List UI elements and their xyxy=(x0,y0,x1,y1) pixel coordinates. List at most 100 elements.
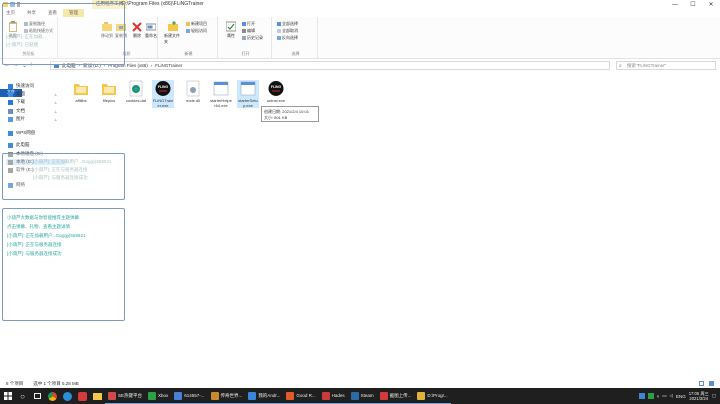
computer-icon xyxy=(8,142,13,148)
pin-icon: ⊥ xyxy=(54,91,58,97)
clock[interactable]: 17:05 周三 2021/3/24 xyxy=(689,391,709,401)
notification-icon[interactable]: ▢ xyxy=(712,393,716,399)
taskbar-app[interactable]: Good R... xyxy=(283,388,319,404)
item-count: 8 个项目 xyxy=(6,381,24,386)
network-icon[interactable]: ▭ xyxy=(662,393,666,399)
new-folder-button[interactable]: 新建文件夹 xyxy=(164,21,182,45)
file-name: FLiNGTrainer.exe xyxy=(152,98,174,108)
file-item[interactable]: affilibs xyxy=(70,80,92,103)
rename-button[interactable]: 重命名 xyxy=(142,21,160,39)
file-explorer-icon[interactable] xyxy=(91,390,104,403)
edit-button[interactable]: 编辑 xyxy=(242,28,255,34)
windows-start-icon[interactable] xyxy=(1,390,14,403)
sidebar-item[interactable]: 此电脑 xyxy=(8,142,30,148)
wps-icon[interactable] xyxy=(76,390,89,403)
volume-icon[interactable]: ◁ xyxy=(669,393,672,399)
document-icon xyxy=(8,108,13,114)
sidebar-item-label: 快速访问 xyxy=(16,83,34,88)
chevron-up-icon[interactable]: ˄ xyxy=(657,394,660,399)
app-icon xyxy=(108,391,116,400)
select-all-button[interactable]: 全部选择 xyxy=(277,21,298,27)
folder-icon xyxy=(102,84,116,95)
taskbar-app[interactable]: Hades xyxy=(318,388,348,404)
exe-file-icon xyxy=(213,81,229,96)
file-item[interactable]: FLING uninst.exe xyxy=(265,80,287,103)
tray-app-icon[interactable] xyxy=(647,393,654,399)
invert-selection-button[interactable]: 反向选择 xyxy=(277,35,298,41)
easy-access-button[interactable]: 轻松访问 xyxy=(186,28,207,34)
search-input[interactable]: ⌕ 搜索"FLiNGTrainer" xyxy=(616,61,716,70)
file-item[interactable]: node.dll xyxy=(182,80,204,103)
select-none-button[interactable]: 全部取消 xyxy=(277,28,298,34)
taskbar-app[interactable]: 传奇世界... xyxy=(207,388,246,404)
sidebar-item-label: 图片 xyxy=(16,116,25,121)
language-indicator[interactable]: ENG xyxy=(676,394,686,399)
search-icon: ⌕ xyxy=(619,62,622,69)
open-group: 属性 打开 编辑 历史记录 打开 xyxy=(220,17,272,59)
maximize-icon[interactable]: ☐ xyxy=(684,0,702,9)
large-icons-view-icon[interactable] xyxy=(709,381,714,386)
download-icon xyxy=(8,99,13,105)
sidebar-item[interactable]: 图片 ⊥ xyxy=(8,116,57,122)
exe-file-icon xyxy=(240,81,256,96)
overlay-box-middle: [小葫芦]: 正在加载用户...Doggy|559921 [小葫芦]: 正在与服… xyxy=(2,153,125,200)
properties-button[interactable]: 属性 xyxy=(222,21,240,39)
tray-app-icon[interactable] xyxy=(638,393,645,399)
easy-access-icon xyxy=(186,29,190,33)
sidebar-item[interactable]: WPS网盘 xyxy=(8,130,35,136)
svg-text:FLING: FLING xyxy=(271,85,282,89)
file-name: starterSetup.exe xyxy=(238,98,258,108)
app-icon xyxy=(148,391,157,400)
sidebar-item-label: 桌面 xyxy=(16,91,25,96)
file-item[interactable]: starterHelper64.exe xyxy=(210,80,232,108)
taskbar-app[interactable]: 614557-... xyxy=(171,388,208,404)
sidebar-item[interactable]: 下载 ⊥ xyxy=(8,99,57,105)
file-name: uninst.exe xyxy=(266,98,286,103)
details-view-icon[interactable] xyxy=(699,381,704,386)
file-tooltip: 创建日期: 2021/2/4 10:01 大小: 801 KB xyxy=(261,106,319,122)
open-button[interactable]: 打开 xyxy=(242,21,255,27)
new-item-button[interactable]: 新建项目 xyxy=(186,21,207,27)
history-button[interactable]: 历史记录 xyxy=(242,35,263,41)
app-icon xyxy=(350,391,359,400)
sidebar-item[interactable]: 桌面 ⊥ xyxy=(8,91,57,97)
taskbar-app[interactable]: 截图上传... xyxy=(376,388,415,404)
file-item[interactable]: starterSetup.exe xyxy=(237,80,259,108)
window-title: D:\Program Files (x86)\FLiNGTrainer xyxy=(122,1,204,7)
edge-icon[interactable] xyxy=(61,390,74,403)
file-item[interactable]: fllepics xyxy=(98,80,120,103)
selection-info: 选中 1 个项目 5.28 MB xyxy=(33,381,79,386)
sidebar-item[interactable]: 文档 ⊥ xyxy=(8,108,57,114)
rename-icon xyxy=(146,23,156,31)
app-icon xyxy=(248,391,257,400)
cloud-icon xyxy=(8,130,13,136)
file-item[interactable]: FLING FLiNGTrainer.exe xyxy=(152,80,174,108)
file-item[interactable]: cookies.dat xyxy=(125,80,147,103)
system-tray: ˄ ▭ ◁ ENG 17:05 周三 2021/3/24 ▢ xyxy=(638,388,720,404)
taskbar: ○ SE热键平台 Xbox 614557-... 传奇世界... 我的Andr... Go… xyxy=(0,388,720,404)
sidebar-item[interactable]: 快速访问 xyxy=(8,83,34,89)
taskbar-app[interactable]: Steam xyxy=(347,388,377,404)
file-name: node.dll xyxy=(185,98,200,103)
chrome-icon[interactable] xyxy=(46,390,59,403)
search-icon[interactable]: ○ xyxy=(16,390,29,403)
app-icon xyxy=(174,391,183,400)
minimize-icon[interactable]: — xyxy=(666,0,684,9)
file-name: affilibs xyxy=(75,98,87,103)
app-icon xyxy=(321,391,330,400)
desktop-icon xyxy=(8,91,13,97)
open-icon xyxy=(242,22,246,26)
breadcrumb-item[interactable]: FLiNGTrainer xyxy=(155,63,182,68)
task-view-icon[interactable] xyxy=(31,390,44,403)
taskbar-app[interactable]: D:\Progr... xyxy=(414,388,451,404)
invert-icon xyxy=(277,36,281,40)
breadcrumb[interactable]: 此电脑 › 新加 (D:) › Program Files (x86) › FLiNG… xyxy=(50,61,610,70)
chrome-file-icon xyxy=(129,80,143,97)
taskbar-app[interactable]: SE热键平台 xyxy=(105,388,146,404)
taskbar-app[interactable]: Xbox xyxy=(145,388,172,404)
svg-text:FLING: FLING xyxy=(158,85,169,89)
close-icon[interactable]: ✕ xyxy=(702,0,720,9)
properties-check-icon xyxy=(226,21,236,32)
taskbar-apps: SE热键平台 Xbox 614557-... 传奇世界... 我的Andr... Good… xyxy=(105,388,451,404)
taskbar-app[interactable]: 我的Andr... xyxy=(245,388,284,404)
